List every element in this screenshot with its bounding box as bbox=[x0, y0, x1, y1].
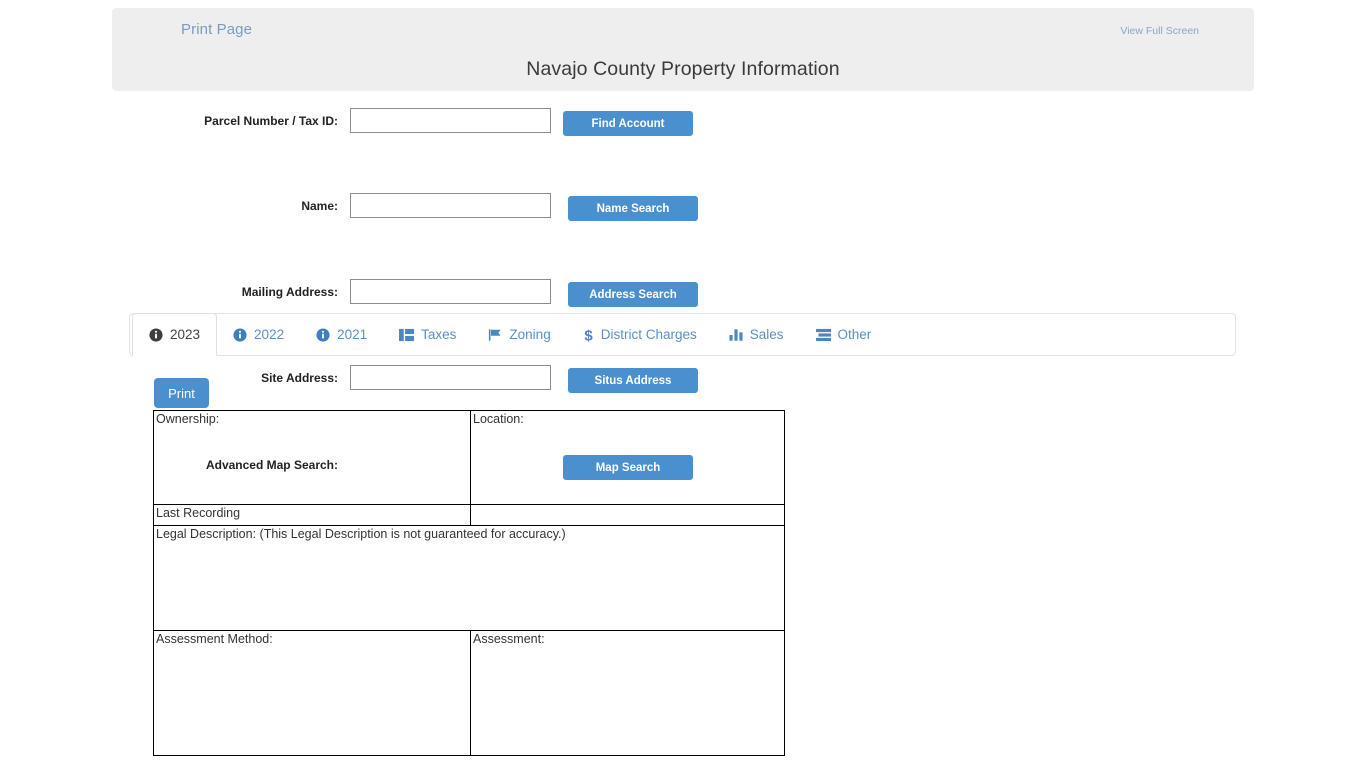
table-row: Assessment Method: Assessment: bbox=[153, 630, 785, 756]
ownership-cell: Ownership: bbox=[153, 410, 471, 505]
print-button[interactable]: Print bbox=[154, 378, 209, 408]
columns-icon bbox=[399, 328, 415, 342]
info-circle-icon bbox=[149, 327, 163, 342]
print-page-link[interactable]: Print Page bbox=[181, 21, 252, 38]
tab-2021[interactable]: 2021 bbox=[300, 314, 383, 355]
ownership-label: Ownership: bbox=[156, 412, 220, 426]
last-recording-label: Last Recording bbox=[156, 506, 241, 520]
tab-strip: 2023 2022 2021 Taxes Zoning $ District C… bbox=[130, 313, 888, 356]
table-row: Last Recording bbox=[153, 504, 785, 526]
last-recording-cell: Last Recording bbox=[153, 504, 471, 526]
server-list-icon bbox=[815, 328, 831, 342]
info-circle-icon bbox=[316, 327, 330, 342]
assessment-method-label: Assessment Method: bbox=[156, 632, 273, 646]
table-row: Legal Description: (This Legal Descripti… bbox=[153, 525, 785, 631]
tab-label: Sales bbox=[749, 327, 784, 342]
assessment-cell: Assessment: bbox=[470, 630, 785, 756]
bar-chart-icon bbox=[729, 328, 743, 342]
tab-zoning[interactable]: Zoning bbox=[472, 314, 566, 355]
table-row: Ownership: Location: bbox=[153, 410, 785, 505]
svg-text:$: $ bbox=[584, 327, 593, 343]
view-full-screen-link[interactable]: View Full Screen bbox=[1120, 25, 1199, 37]
property-detail-table: Ownership: Location: Last Recording Lega… bbox=[153, 410, 785, 756]
search-row-parcel: Parcel Number / Tax ID: Find Account bbox=[0, 108, 1366, 151]
dollar-sign-icon: $ bbox=[583, 327, 594, 343]
site-address-input[interactable] bbox=[350, 365, 551, 390]
parcel-number-label: Parcel Number / Tax ID: bbox=[204, 114, 338, 128]
page-title: Navajo County Property Information bbox=[526, 58, 840, 80]
tab-district-charges[interactable]: $ District Charges bbox=[567, 314, 713, 355]
mailing-address-input[interactable] bbox=[350, 279, 551, 304]
legal-description-label: Legal Description: (This Legal Descripti… bbox=[156, 527, 566, 541]
tab-label: Other bbox=[837, 327, 872, 342]
tab-label: 2021 bbox=[337, 327, 368, 342]
tab-taxes[interactable]: Taxes bbox=[383, 314, 472, 355]
tab-2023[interactable]: 2023 bbox=[132, 313, 218, 356]
tab-label: Zoning bbox=[509, 327, 551, 342]
legal-description-cell: Legal Description: (This Legal Descripti… bbox=[153, 525, 785, 631]
situs-address-button[interactable]: Situs Address bbox=[568, 368, 698, 393]
name-search-button[interactable]: Name Search bbox=[568, 196, 698, 221]
tab-label: District Charges bbox=[600, 327, 697, 342]
assessment-method-cell: Assessment Method: bbox=[153, 630, 471, 756]
address-search-button[interactable]: Address Search bbox=[568, 282, 698, 307]
search-form: Parcel Number / Tax ID: Find Account Nam… bbox=[0, 108, 1366, 480]
tab-other[interactable]: Other bbox=[800, 314, 888, 355]
last-recording-value-cell bbox=[470, 504, 785, 526]
name-input[interactable] bbox=[350, 193, 551, 218]
flag-icon bbox=[488, 328, 502, 342]
name-label: Name: bbox=[301, 199, 338, 213]
find-account-button[interactable]: Find Account bbox=[563, 111, 693, 136]
info-circle-icon bbox=[233, 327, 247, 342]
mailing-address-label: Mailing Address: bbox=[241, 285, 338, 299]
header-panel: Print Page View Full Screen Navajo Count… bbox=[112, 8, 1254, 91]
tab-sales[interactable]: Sales bbox=[713, 314, 800, 355]
assessment-label: Assessment: bbox=[473, 632, 545, 646]
search-row-name: Name: Name Search bbox=[0, 193, 1366, 236]
location-cell: Location: bbox=[470, 410, 785, 505]
location-label: Location: bbox=[473, 412, 524, 426]
tab-panel: 2023 2022 2021 Taxes Zoning $ District C… bbox=[129, 313, 1236, 356]
parcel-number-input[interactable] bbox=[350, 108, 551, 133]
tab-label: Taxes bbox=[421, 327, 457, 342]
tab-label: 2022 bbox=[254, 327, 285, 342]
tab-label: 2023 bbox=[170, 327, 201, 342]
tab-2022[interactable]: 2022 bbox=[217, 314, 300, 355]
